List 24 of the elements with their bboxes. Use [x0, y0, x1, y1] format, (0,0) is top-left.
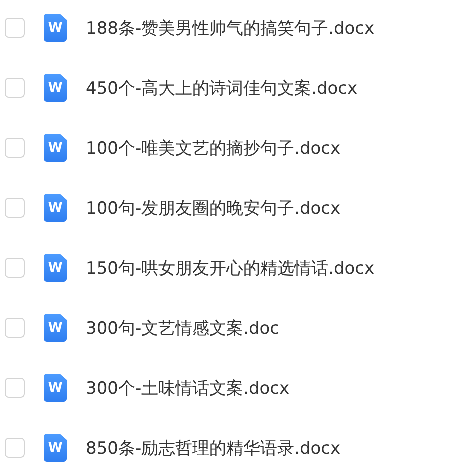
word-document-icon: W: [44, 74, 67, 102]
checkbox[interactable]: [5, 78, 25, 98]
word-document-icon: W: [44, 434, 67, 462]
file-name[interactable]: 100句-发朋友圈的晚安句子.docx: [86, 196, 341, 220]
word-document-icon: W: [44, 374, 67, 402]
checkbox[interactable]: [5, 138, 25, 158]
word-document-icon: W: [44, 14, 67, 42]
file-name[interactable]: 150句-哄女朋友开心的精选情话.docx: [86, 256, 375, 280]
file-name[interactable]: 100个-唯美文艺的摘抄句子.docx: [86, 136, 341, 160]
file-name[interactable]: 300个-土味情话文案.docx: [86, 376, 290, 400]
checkbox[interactable]: [5, 198, 25, 218]
file-name[interactable]: 300句-文艺情感文案.doc: [86, 316, 280, 340]
checkbox[interactable]: [5, 258, 25, 278]
checkbox[interactable]: [5, 318, 25, 338]
file-name[interactable]: 450个-高大上的诗词佳句文案.docx: [86, 76, 358, 100]
file-name[interactable]: 188条-赞美男性帅气的搞笑句子.docx: [86, 16, 375, 40]
checkbox[interactable]: [5, 378, 25, 398]
word-document-icon: W: [44, 254, 67, 282]
checkbox[interactable]: [5, 438, 25, 458]
word-document-icon: W: [44, 194, 67, 222]
file-name[interactable]: 850条-励志哲理的精华语录.docx: [86, 436, 341, 460]
word-document-icon: W: [44, 134, 67, 162]
word-document-icon: W: [44, 314, 67, 342]
checkbox[interactable]: [5, 18, 25, 38]
